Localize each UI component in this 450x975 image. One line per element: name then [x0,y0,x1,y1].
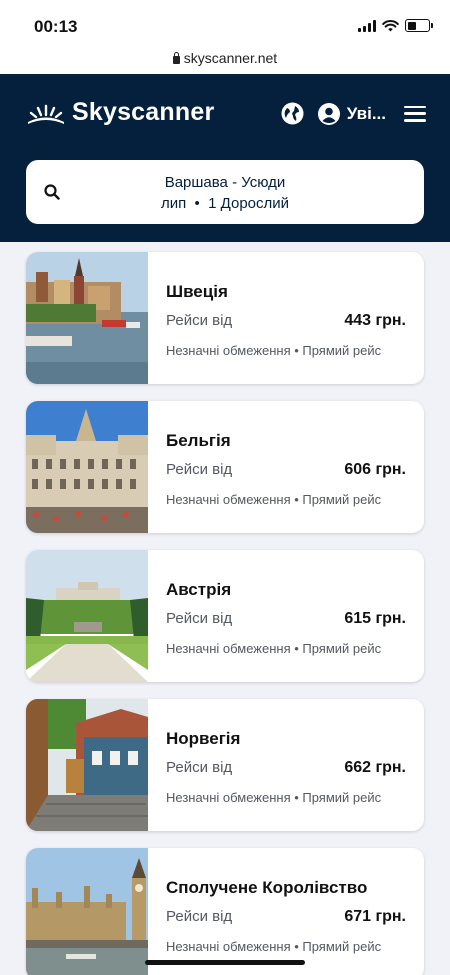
flights-from-label: Рейси від [166,461,233,478]
login-button[interactable]: Уві... [317,102,386,125]
destination-card[interactable]: Сполучене Королівство Рейси від 671 грн.… [26,848,424,975]
globe-icon[interactable] [281,102,304,125]
flights-from-label: Рейси від [166,610,233,627]
search-route: Варшава - Усюди [164,174,286,191]
flight-details: Незначні обмеження • Прямий рейс [166,939,382,954]
destination-card[interactable]: Бельгія Рейси від 606 грн. Незначні обме… [26,401,424,533]
status-icons [358,19,433,32]
home-indicator[interactable] [145,960,305,965]
card-body: Норвегія Рейси від 662 грн. Незначні обм… [166,699,406,831]
bergen-wooden-houses-photo [26,699,148,831]
brussels-grand-place-photo [26,401,148,533]
browser-url-bar[interactable]: skyscanner.net [0,46,450,74]
destination-card[interactable]: Швеція Рейси від 443 грн. Незначні обмеж… [26,252,424,384]
destination-card[interactable]: Норвегія Рейси від 662 грн. Незначні обм… [26,699,424,831]
flight-details: Незначні обмеження • Прямий рейс [166,492,382,507]
price: 671 грн. [344,908,406,925]
flight-details: Незначні обмеження • Прямий рейс [166,641,382,656]
hamburger-menu-icon[interactable] [404,105,426,122]
flights-from-label: Рейси від [166,908,233,925]
destination-card[interactable]: Австрія Рейси від 615 грн. Незначні обме… [26,550,424,682]
flight-details: Незначні обмеження • Прямий рейс [166,343,382,358]
flight-details: Незначні обмеження • Прямий рейс [166,790,382,805]
status-bar: 00:13 [0,0,450,46]
logo-text: Skyscanner [72,98,215,126]
price: 615 грн. [344,610,406,627]
country-name: Норвегія [166,729,241,748]
stockholm-old-town-photo [26,252,148,384]
search-summary-box[interactable]: Варшава - Усюди лип • 1 Дорослий [26,160,424,224]
vienna-schonbrunn-gardens-photo [26,550,148,682]
user-icon [317,102,340,125]
flights-from-label: Рейси від [166,312,233,329]
country-name: Австрія [166,580,232,599]
skyscanner-logo[interactable]: Skyscanner [26,98,214,127]
card-body: Сполучене Королівство Рейси від 671 грн.… [166,848,406,975]
destination-list: Швеція Рейси від 443 грн. Незначні обмеж… [26,252,424,975]
flights-from-label: Рейси від [166,759,233,776]
search-text: Варшава - Усюди лип • 1 Дорослий [26,172,424,214]
login-label: Уві... [346,103,386,123]
card-body: Бельгія Рейси від 606 грн. Незначні обме… [166,401,406,533]
price: 606 грн. [344,461,406,478]
card-body: Австрія Рейси від 615 грн. Незначні обме… [166,550,406,682]
country-name: Бельгія [166,431,231,450]
cellular-signal-icon [358,19,376,32]
price: 662 грн. [344,759,406,776]
search-summary: лип • 1 Дорослий [160,195,290,212]
wifi-icon [382,19,399,31]
battery-icon [405,19,433,32]
london-big-ben-photo [26,848,148,975]
header-actions: Уві... [281,102,426,125]
country-name: Сполучене Королівство [166,878,368,897]
url-text: skyscanner.net [183,50,278,66]
sunrise-logo-icon [28,104,64,124]
card-body: Швеція Рейси від 443 грн. Незначні обмеж… [166,252,406,384]
lock-icon [172,52,180,64]
country-name: Швеція [166,282,228,301]
price: 443 грн. [344,312,406,329]
status-time: 00:13 [34,17,78,36]
